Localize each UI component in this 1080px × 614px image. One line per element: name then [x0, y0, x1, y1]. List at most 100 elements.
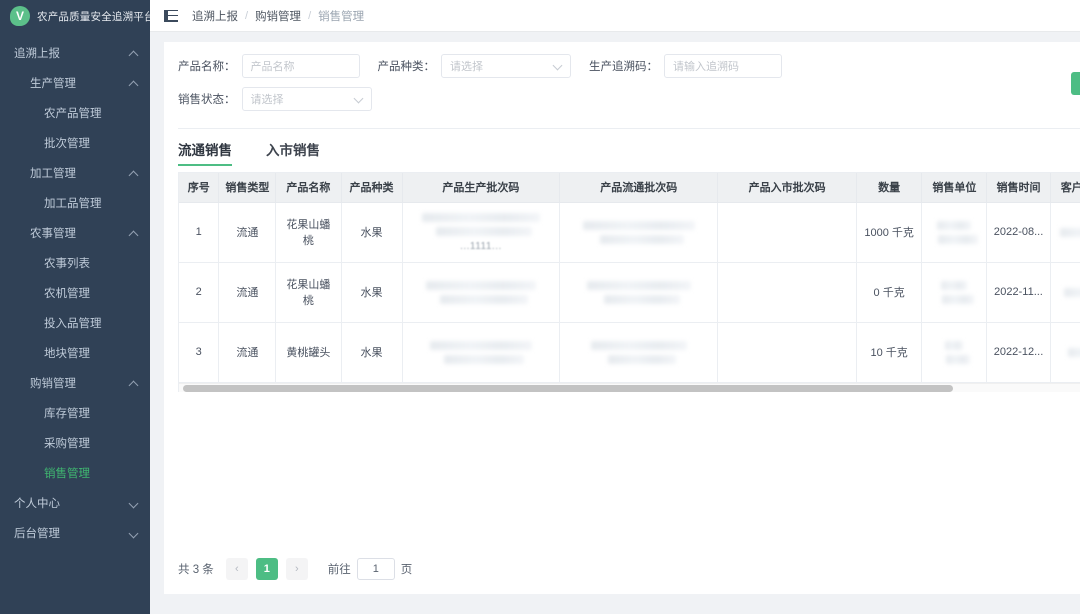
blur-bar	[586, 280, 691, 290]
sidebar-item-5[interactable]: 加工品管理	[0, 188, 150, 218]
cell-3: 水果	[341, 322, 403, 383]
sale-status-select[interactable]: 请选择	[241, 87, 372, 111]
sidebar-item-label: 批次管理	[44, 138, 90, 150]
sidebar-item-0[interactable]: 追溯上报	[0, 38, 150, 68]
breadcrumb-item-0[interactable]: 追溯上报	[192, 8, 238, 24]
tab-1[interactable]: 入市销售	[266, 139, 320, 166]
topbar: 追溯上报/购销管理/销售管理 你好!	[150, 0, 1080, 32]
table-row[interactable]: 2流通花果山蟠桃水果0 千克2022-11...查	[179, 262, 1080, 323]
jump-page-input[interactable]: 1	[356, 558, 395, 580]
sidebar-item-label: 农产品管理	[44, 108, 102, 120]
breadcrumb-separator: /	[245, 9, 249, 22]
sidebar-item-label: 农机管理	[44, 288, 90, 300]
chevron-down-icon	[129, 499, 138, 508]
hamburger-collapse-icon[interactable]	[164, 9, 178, 22]
cell-9: 2022-12...	[986, 322, 1051, 383]
cell-8	[921, 262, 988, 323]
blur-bar	[425, 280, 536, 290]
sidebar-item-6[interactable]: 农事管理	[0, 218, 150, 248]
blur-bar	[435, 226, 532, 236]
sidebar-item-label: 个人中心	[14, 498, 60, 510]
sidebar-item-label: 采购管理	[44, 438, 90, 450]
filter-form: 产品名称： 产品名称 产品种类： 请选择 生产追溯码： 请输入追溯码 销售状态：…	[164, 42, 1080, 126]
blur-bar	[421, 212, 540, 222]
table-body: 1流通花果山蟠桃水果...1111...1000 千克2022-08...查2流…	[179, 202, 1080, 383]
cell-2: 花果山蟠桃	[275, 202, 342, 263]
sidebar-item-1[interactable]: 生产管理	[0, 68, 150, 98]
sidebar-item-16[interactable]: 后台管理	[0, 518, 150, 548]
table-row[interactable]: 3流通黄桃罐头水果10 千克2022-12...查	[179, 322, 1080, 383]
sidebar-item-7[interactable]: 农事列表	[0, 248, 150, 278]
page-jump: 前往 1 页	[328, 558, 413, 580]
filter-row-1: 产品名称： 产品名称 产品种类： 请选择 生产追溯码： 请输入追溯码	[178, 54, 1080, 78]
blur-bar	[599, 234, 684, 244]
column-header-4: 产品生产批次码	[402, 173, 561, 203]
brand-header[interactable]: V 农产品质量安全追溯平台	[0, 0, 150, 32]
chevron-down-icon	[129, 529, 138, 538]
horizontal-scrollbar[interactable]	[179, 382, 1080, 392]
prev-page-button[interactable]: ‹	[225, 558, 248, 580]
chevron-down-icon	[355, 95, 363, 103]
redacted-content	[1057, 227, 1080, 237]
partial-code-text: ...1111...	[460, 240, 502, 252]
tab-0[interactable]: 流通销售	[178, 139, 232, 166]
sidebar-item-10[interactable]: 地块管理	[0, 338, 150, 368]
cell-7: 10 千克	[856, 322, 923, 383]
cell-6	[717, 262, 858, 323]
redacted-content	[928, 340, 980, 364]
sidebar-item-label: 销售管理	[44, 468, 90, 480]
blur-bar	[945, 354, 970, 364]
cell-5	[559, 202, 719, 263]
cell-10	[1050, 322, 1080, 383]
sales-panel: 产品名称： 产品名称 产品种类： 请选择 生产追溯码： 请输入追溯码 销售状态：…	[164, 42, 1080, 594]
chevron-up-icon	[129, 169, 138, 178]
scrollbar-thumb[interactable]	[183, 384, 953, 392]
next-page-button[interactable]: ›	[285, 558, 308, 580]
filter-row-2: 销售状态： 请选择	[178, 87, 1080, 111]
breadcrumb-item-2[interactable]: 销售管理	[318, 8, 364, 24]
query-button[interactable]: 查询	[1071, 72, 1080, 95]
cell-0: 2	[179, 262, 220, 323]
sidebar-item-12[interactable]: 库存管理	[0, 398, 150, 428]
cell-7: 0 千克	[856, 262, 923, 323]
blur-bar	[607, 354, 676, 364]
sidebar-item-11[interactable]: 购销管理	[0, 368, 150, 398]
sales-table: 序号 销售类型 产品名称 产品种类 产品生产批次码 产品流通批次码 产品入市批次码 数量 销售单…	[179, 173, 1080, 383]
breadcrumb-item-1[interactable]: 购销管理	[255, 8, 301, 24]
cell-0: 3	[179, 322, 220, 383]
sidebar-item-label: 生产管理	[30, 78, 76, 90]
column-header-2: 产品名称	[275, 173, 342, 203]
sidebar-item-9[interactable]: 投入品管理	[0, 308, 150, 338]
product-name-input[interactable]: 产品名称	[241, 54, 360, 78]
sidebar-item-14[interactable]: 销售管理	[0, 458, 150, 488]
product-type-value: 请选择	[450, 61, 483, 73]
sidebar-item-2[interactable]: 农产品管理	[0, 98, 150, 128]
sidebar-item-label: 投入品管理	[44, 318, 102, 330]
sidebar-item-15[interactable]: 个人中心	[0, 488, 150, 518]
column-header-10: 客户信息	[1050, 173, 1080, 203]
sidebar-item-13[interactable]: 采购管理	[0, 428, 150, 458]
table-row[interactable]: 1流通花果山蟠桃水果...1111...1000 千克2022-08...查	[179, 202, 1080, 263]
sidebar-item-label: 库存管理	[44, 408, 90, 420]
sidebar-item-4[interactable]: 加工管理	[0, 158, 150, 188]
cell-2: 花果山蟠桃	[275, 262, 342, 323]
product-type-select[interactable]: 请选择	[441, 54, 571, 78]
cell-7: 1000 千克	[856, 202, 923, 263]
cell-2: 黄桃罐头	[275, 322, 342, 383]
total-count-label: 共 3 条	[178, 564, 214, 576]
trace-code-input[interactable]: 请输入追溯码	[664, 54, 782, 78]
column-header-3: 产品种类	[341, 173, 403, 203]
chevron-down-icon	[554, 62, 562, 70]
sidebar-item-8[interactable]: 农机管理	[0, 278, 150, 308]
blur-bar	[443, 354, 524, 364]
sidebar-item-label: 后台管理	[14, 528, 60, 540]
page-number-1[interactable]: 1	[255, 558, 278, 580]
jump-suffix-label: 页	[400, 564, 413, 576]
sidebar-item-3[interactable]: 批次管理	[0, 128, 150, 158]
cell-5	[559, 262, 719, 323]
blur-bar	[429, 340, 532, 350]
chevron-up-icon	[129, 49, 138, 58]
content-area: 产品名称： 产品名称 产品种类： 请选择 生产追溯码： 请输入追溯码 销售状态：…	[150, 32, 1080, 614]
blur-bar	[1067, 347, 1080, 357]
chevron-up-icon	[129, 229, 138, 238]
